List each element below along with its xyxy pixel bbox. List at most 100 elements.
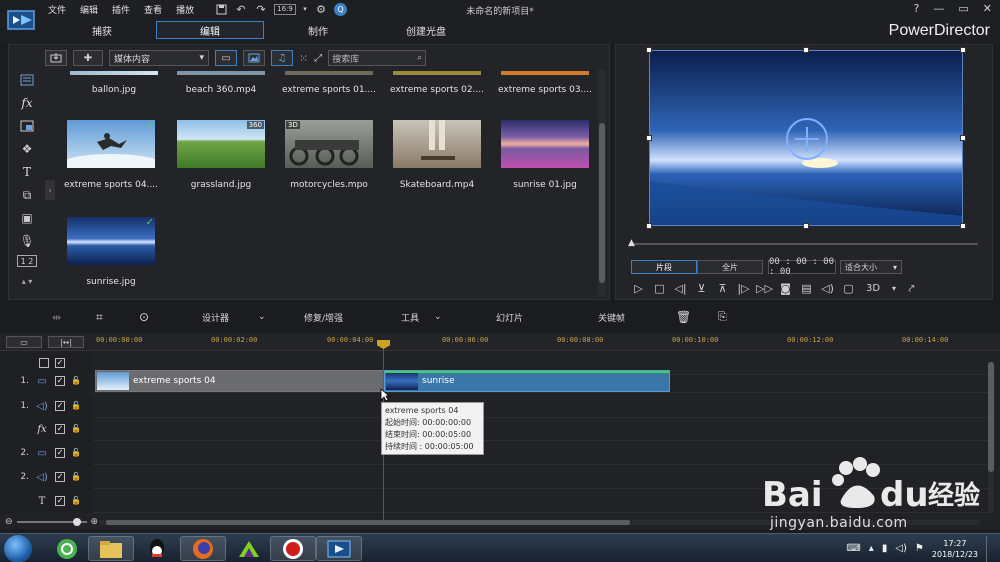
fx-room-icon[interactable]: fx [17, 94, 37, 112]
media-item-extreme-sports-02[interactable]: extreme sports 02.... [387, 71, 487, 95]
pip-room-icon[interactable] [17, 117, 37, 135]
media-item-extreme-sports-03[interactable]: extreme sports 03.... [495, 71, 595, 95]
library-content-dropdown[interactable]: 媒体内容 ▾ [109, 50, 209, 66]
fix-enhance-button[interactable]: 修复/增强 [304, 306, 343, 328]
track-enable-checkbox[interactable]: ✓ [55, 424, 65, 434]
media-item-extreme-sports-04[interactable]: ✓ extreme sports 04.... [61, 120, 161, 190]
voiceover-mic-icon[interactable]: 🎙 [17, 232, 37, 250]
zoom-out-icon[interactable]: ⊖ [5, 517, 13, 527]
snapshot-camera-icon[interactable]: ◙ [778, 281, 793, 296]
grid-view-icon[interactable]: ⁙ [299, 52, 308, 65]
plugins-puzzle-icon[interactable]: ✚ [73, 50, 103, 66]
preview-canvas[interactable] [649, 50, 963, 226]
media-item-ballon[interactable]: ballon.jpg [64, 71, 164, 95]
filter-image-icon[interactable] [243, 50, 265, 66]
movie-mode-tab[interactable]: 全片 [697, 260, 763, 274]
taskbar-recorder-icon[interactable] [270, 536, 316, 561]
media-room-icon[interactable] [17, 71, 37, 89]
mark-out-icon[interactable]: ⊼ [715, 281, 730, 296]
next-frame-icon[interactable]: |▷ [736, 281, 751, 296]
tray-volume-icon[interactable]: ◁) [895, 543, 907, 554]
resize-handle[interactable] [803, 223, 809, 229]
scrub-knob-icon[interactable]: ▲ [628, 238, 635, 248]
tab-create-disc[interactable]: 创建光盘 [372, 21, 480, 39]
lock-icon[interactable]: 🔓 [71, 496, 81, 506]
media-item-skateboard[interactable]: Skateboard.mp4 [387, 120, 487, 190]
taskbar-explorer-icon[interactable] [88, 536, 134, 561]
media-item-motorcycles[interactable]: 3D motorcycles.mpo [279, 120, 379, 190]
resize-handle[interactable] [960, 223, 966, 229]
filter-video-icon[interactable]: ▭ [215, 50, 237, 66]
media-item-beach[interactable]: beach 360.mp4 [171, 71, 271, 95]
lock-icon[interactable]: 🔓 [71, 424, 81, 434]
room-scroll-buttons[interactable]: ▴ ▾ [17, 272, 37, 290]
transition-room-icon[interactable]: ⧉ [17, 186, 37, 204]
zoom-slider-knob[interactable] [72, 518, 81, 526]
resize-handle[interactable] [960, 135, 966, 141]
start-button[interactable] [4, 535, 32, 562]
audio-mix-room-icon[interactable]: ▣ [17, 209, 37, 227]
lock-icon[interactable]: 🔓 [71, 376, 81, 386]
track-select-checkbox[interactable] [39, 358, 49, 368]
fit-timeline-button[interactable]: |↔| [48, 336, 84, 348]
designer-button[interactable]: 设计器 [202, 306, 229, 328]
scrollbar-thumb[interactable] [106, 520, 630, 525]
tab-edit[interactable]: 编辑 [156, 21, 264, 39]
zoom-slider[interactable] [16, 518, 87, 526]
crop-icon[interactable]: ⌗ [96, 306, 103, 328]
particle-room-icon[interactable]: ❖ [17, 140, 37, 158]
3d-mode-button[interactable]: 3D [862, 281, 884, 296]
zoom-fit-select[interactable]: 适合大小 ▾ [840, 260, 902, 274]
track-enable-checkbox[interactable]: ✓ [55, 448, 65, 458]
taskbar-firefox-icon[interactable] [180, 536, 226, 561]
chapter-room-icon[interactable]: 1 2 [17, 255, 37, 267]
resize-handle[interactable] [646, 47, 652, 53]
library-scrollbar[interactable] [598, 69, 606, 297]
track-enable-checkbox[interactable]: ✓ [55, 358, 65, 368]
track-enable-checkbox[interactable]: ✓ [55, 472, 65, 482]
keyboard-icon[interactable]: ⌨ [846, 543, 860, 554]
lock-icon[interactable]: 🔓 [71, 472, 81, 482]
flag-icon[interactable]: ⚑ [915, 543, 924, 554]
media-item-extreme-sports-01[interactable]: extreme sports 01.... [279, 71, 379, 95]
restore-button[interactable]: ▭ [958, 2, 968, 15]
media-item-grassland[interactable]: 360 grassland.jpg [171, 120, 271, 190]
keyframe-button[interactable]: 关键帧 [598, 306, 625, 328]
fullscreen-window-icon[interactable]: ▢ [841, 281, 856, 296]
resize-handle[interactable] [960, 47, 966, 53]
lock-icon[interactable]: 🔓 [71, 401, 81, 411]
library-search-input[interactable]: 搜索库 ⌕ [328, 50, 427, 66]
stop-icon[interactable]: □ [652, 281, 667, 296]
media-item-sunrise[interactable]: ✓ sunrise.jpg [61, 217, 161, 287]
taskbar-clock[interactable]: 17:27 2018/12/23 [932, 538, 978, 560]
trash-icon[interactable]: 🗑 [676, 306, 691, 328]
volume-icon[interactable]: ◁) [820, 281, 835, 296]
taskbar-qq-icon[interactable] [134, 536, 180, 561]
network-icon[interactable]: ▮ [882, 543, 888, 554]
import-media-button[interactable] [45, 50, 67, 66]
timeline-clip-sunrise[interactable]: sunrise [384, 370, 670, 392]
lock-icon[interactable]: 🔓 [71, 448, 81, 458]
play-icon[interactable]: ▷ [631, 281, 646, 296]
resize-handle[interactable] [646, 223, 652, 229]
timeline-clip-extreme-sports-04[interactable]: extreme sports 04 [95, 370, 384, 392]
taskbar-app-360-icon[interactable] [44, 536, 90, 561]
chevron-down-icon[interactable]: ▾ [890, 281, 898, 296]
tab-capture[interactable]: 捕获 [48, 21, 156, 39]
media-item-sunrise-01[interactable]: sunrise 01.jpg [495, 120, 595, 190]
undock-icon[interactable]: ⤤ [904, 281, 919, 296]
filter-audio-icon[interactable]: ♫ [271, 50, 293, 66]
export-clip-icon[interactable]: ⎘ [718, 306, 727, 328]
chevron-down-icon[interactable]: ⌄ [434, 306, 442, 328]
track-enable-checkbox[interactable]: ✓ [55, 376, 65, 386]
taskbar-powerdirector-icon[interactable] [316, 536, 362, 561]
close-button[interactable]: ✕ [983, 2, 992, 15]
split-icon[interactable]: ⇹ [52, 306, 61, 328]
resize-handle[interactable] [646, 135, 652, 141]
library-scrollbar-thumb[interactable] [599, 123, 605, 283]
slideshow-button[interactable]: 幻灯片 [496, 306, 523, 328]
tray-expand-icon[interactable]: ▴ [869, 543, 874, 554]
show-desktop-button[interactable] [986, 535, 994, 562]
title-room-icon[interactable]: T [17, 163, 37, 181]
minimize-button[interactable]: — [933, 2, 944, 15]
